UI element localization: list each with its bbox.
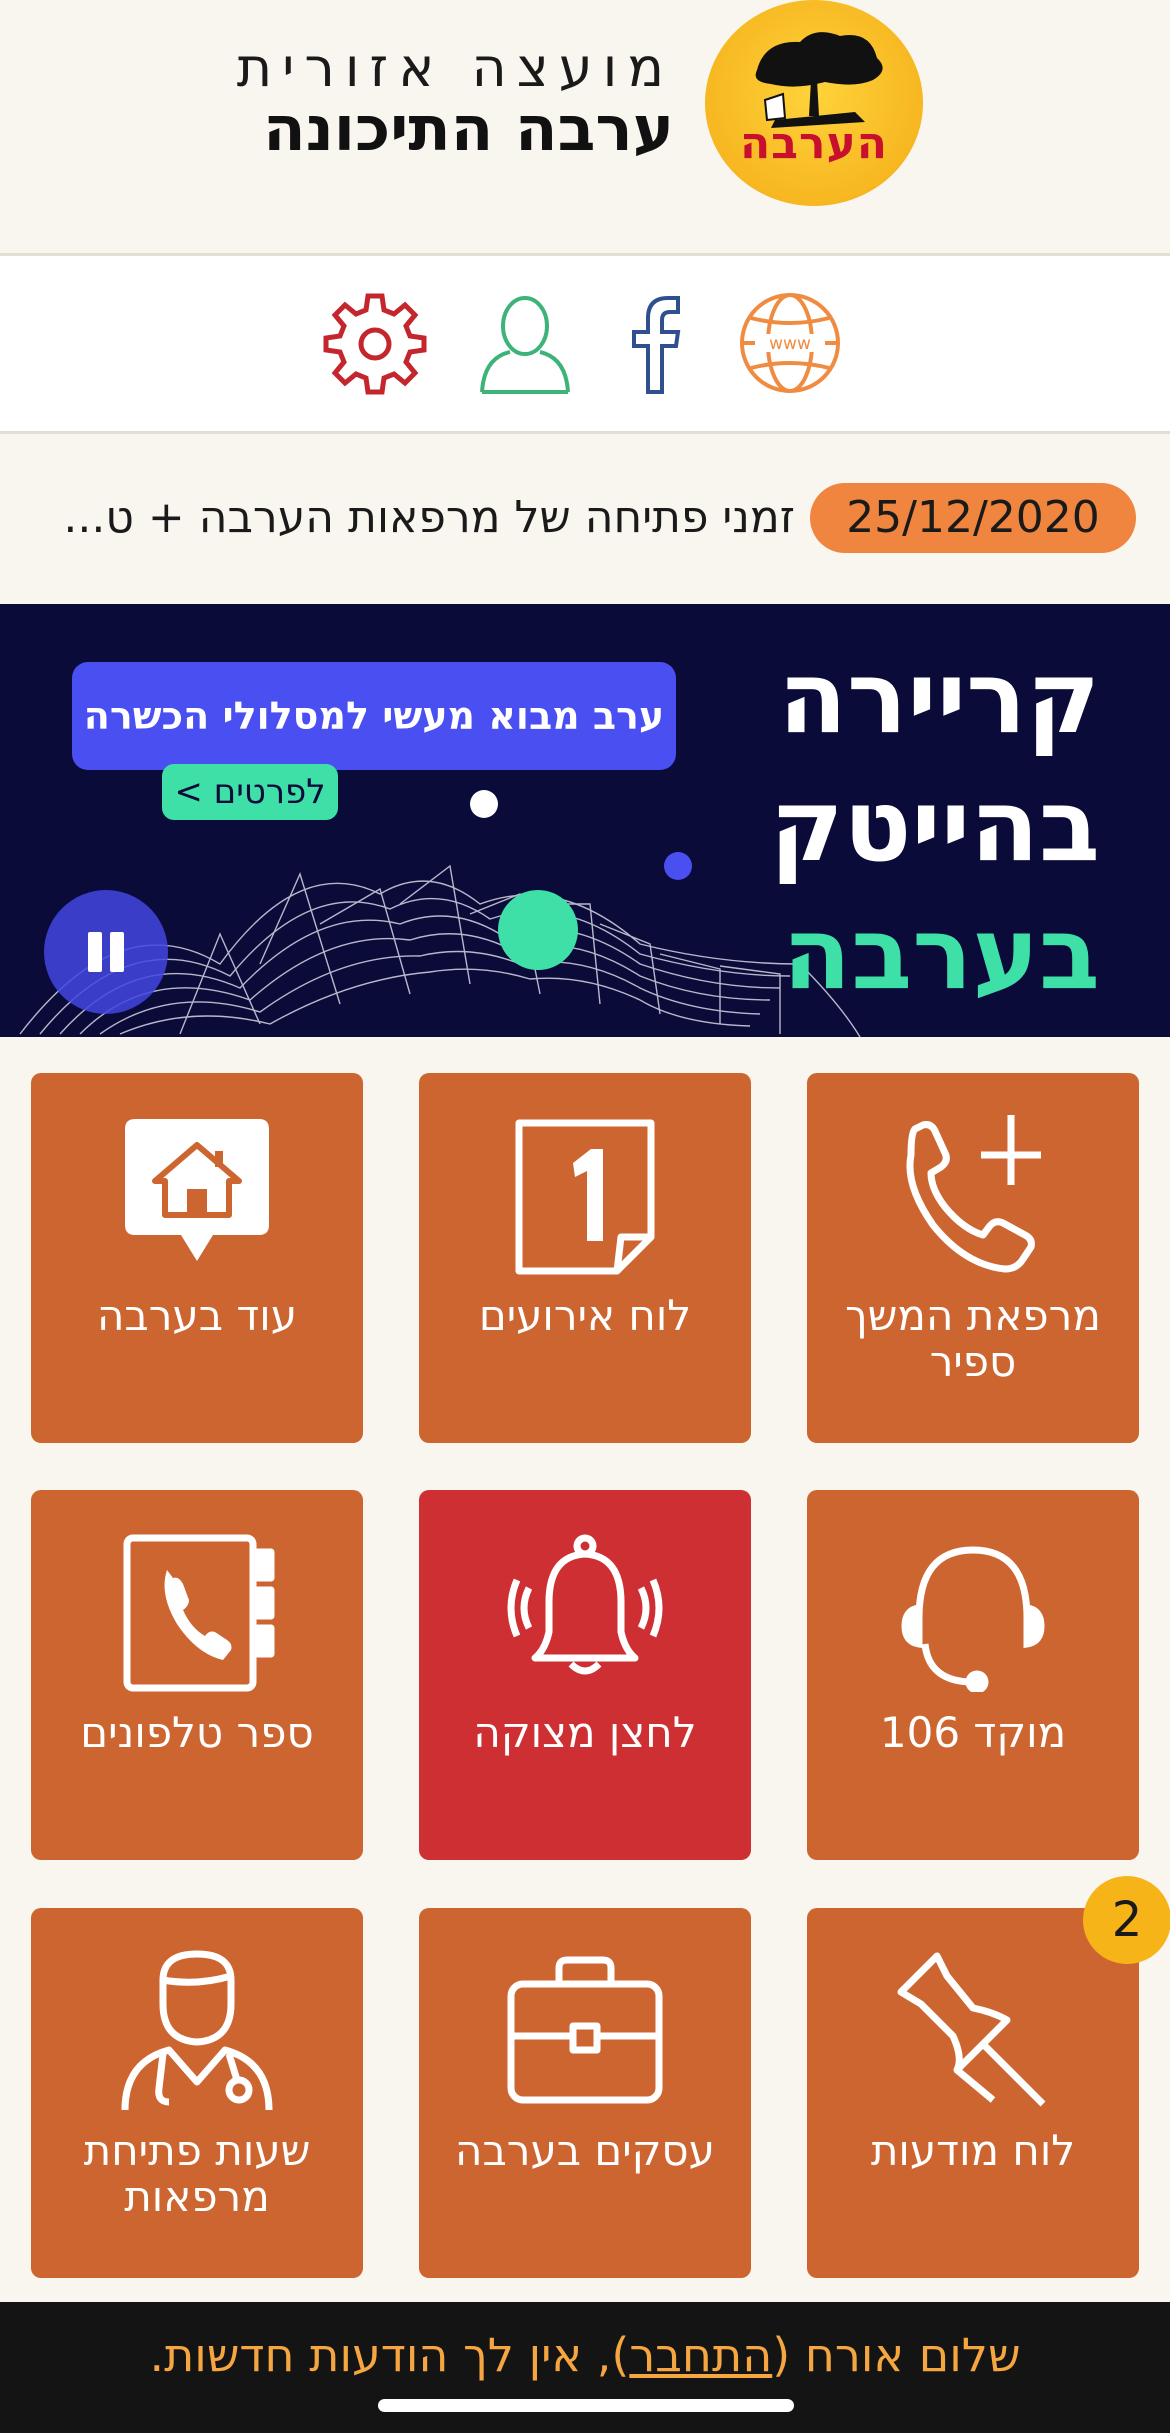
- guest-status-message: שלום אורח (התחבר), אין לך הודעות חדשות.: [0, 2328, 1170, 2382]
- logo-text: הערבה: [739, 118, 889, 169]
- tile-label: ספר טלפונים: [80, 1708, 314, 1757]
- news-headline[interactable]: זמני פתיחה של מרפאות הערבה + ט...: [63, 492, 795, 543]
- social-icon-bar: www: [0, 253, 1170, 434]
- tile-label: עסקים בערבה: [455, 2126, 715, 2175]
- tile-label: מוקד 106: [879, 1708, 1067, 1757]
- globe-icon[interactable]: www: [735, 288, 845, 398]
- briefcase-icon: [507, 1956, 663, 2104]
- banner-line3: בערבה: [782, 895, 1100, 1012]
- house-bubble-icon: [125, 1119, 269, 1261]
- status-footer: שלום אורח (התחבר), אין לך הודעות חדשות.: [0, 2302, 1170, 2433]
- calendar-one-icon: [515, 1119, 655, 1275]
- phonebook-icon: [123, 1534, 275, 1692]
- tree-logo-icon: [755, 32, 883, 128]
- tile-more-arava[interactable]: עוד בערבה: [31, 1073, 363, 1443]
- tile-hotline-106[interactable]: מוקד 106: [807, 1490, 1139, 1860]
- facebook-icon[interactable]: [600, 288, 710, 398]
- phone-plus-icon: [906, 1115, 1041, 1273]
- promo-banner[interactable]: קריירה בהייטק בערבה ערב מבוא מעשי למסלול…: [0, 604, 1170, 1037]
- app-header: הערבה מועצה אזורית ערבה התיכונה: [0, 0, 1170, 253]
- tile-clinic-hours[interactable]: שעות פתיחת מרפאות: [31, 1908, 363, 2278]
- tile-label: מרפאת המשך ספיר: [845, 1291, 1101, 1386]
- banner-line2: בהייטק: [769, 767, 1100, 884]
- svg-text:www: www: [769, 334, 811, 354]
- tile-label: לוח מודעות: [870, 2126, 1076, 2175]
- alarm-bell-icon: [507, 1534, 663, 1675]
- tile-label: לוח אירועים: [478, 1291, 692, 1340]
- council-subtitle: מועצה אזורית: [236, 36, 674, 99]
- tile-notice-board[interactable]: לוח מודעות: [807, 1908, 1139, 2278]
- details-button[interactable]: לפרטים >: [162, 764, 338, 820]
- login-link[interactable]: התחבר: [629, 2328, 772, 2382]
- tile-panic-button[interactable]: לחצן מצוקה: [419, 1490, 751, 1860]
- tile-label: שעות פתיחת מרפאות: [83, 2126, 311, 2221]
- council-title: ערבה התיכונה: [263, 92, 674, 165]
- tile-events-board[interactable]: לוח אירועים: [419, 1073, 751, 1443]
- pause-button[interactable]: [44, 890, 168, 1014]
- news-date-badge: 25/12/2020: [810, 483, 1136, 553]
- doctor-icon: [121, 1950, 273, 2110]
- user-icon[interactable]: [470, 288, 580, 398]
- news-ticker[interactable]: 25/12/2020 זמני פתיחה של מרפאות הערבה + …: [0, 434, 1170, 604]
- pushpin-icon: [897, 1952, 1046, 2107]
- council-logo[interactable]: הערבה: [705, 0, 923, 206]
- tile-label: עוד בערבה: [96, 1291, 297, 1340]
- banner-subtitle-pill: ערב מבוא מעשי למסלולי הכשרה: [72, 662, 676, 770]
- home-indicator: [378, 2399, 794, 2412]
- no-messages-text: ), אין לך הודעות חדשות.: [149, 2328, 630, 2382]
- gear-icon[interactable]: [320, 288, 430, 398]
- greeting-text: שלום אורח (: [772, 2328, 1021, 2382]
- banner-line1: קריירה: [778, 639, 1100, 756]
- tile-businesses[interactable]: עסקים בערבה: [419, 1908, 751, 2278]
- tile-phonebook[interactable]: ספר טלפונים: [31, 1490, 363, 1860]
- notification-count-badge: 2: [1083, 1876, 1170, 1964]
- headset-icon: [901, 1546, 1045, 1692]
- tile-label: לחצן מצוקה: [473, 1708, 697, 1757]
- tile-clinic-sapir[interactable]: מרפאת המשך ספיר: [807, 1073, 1139, 1443]
